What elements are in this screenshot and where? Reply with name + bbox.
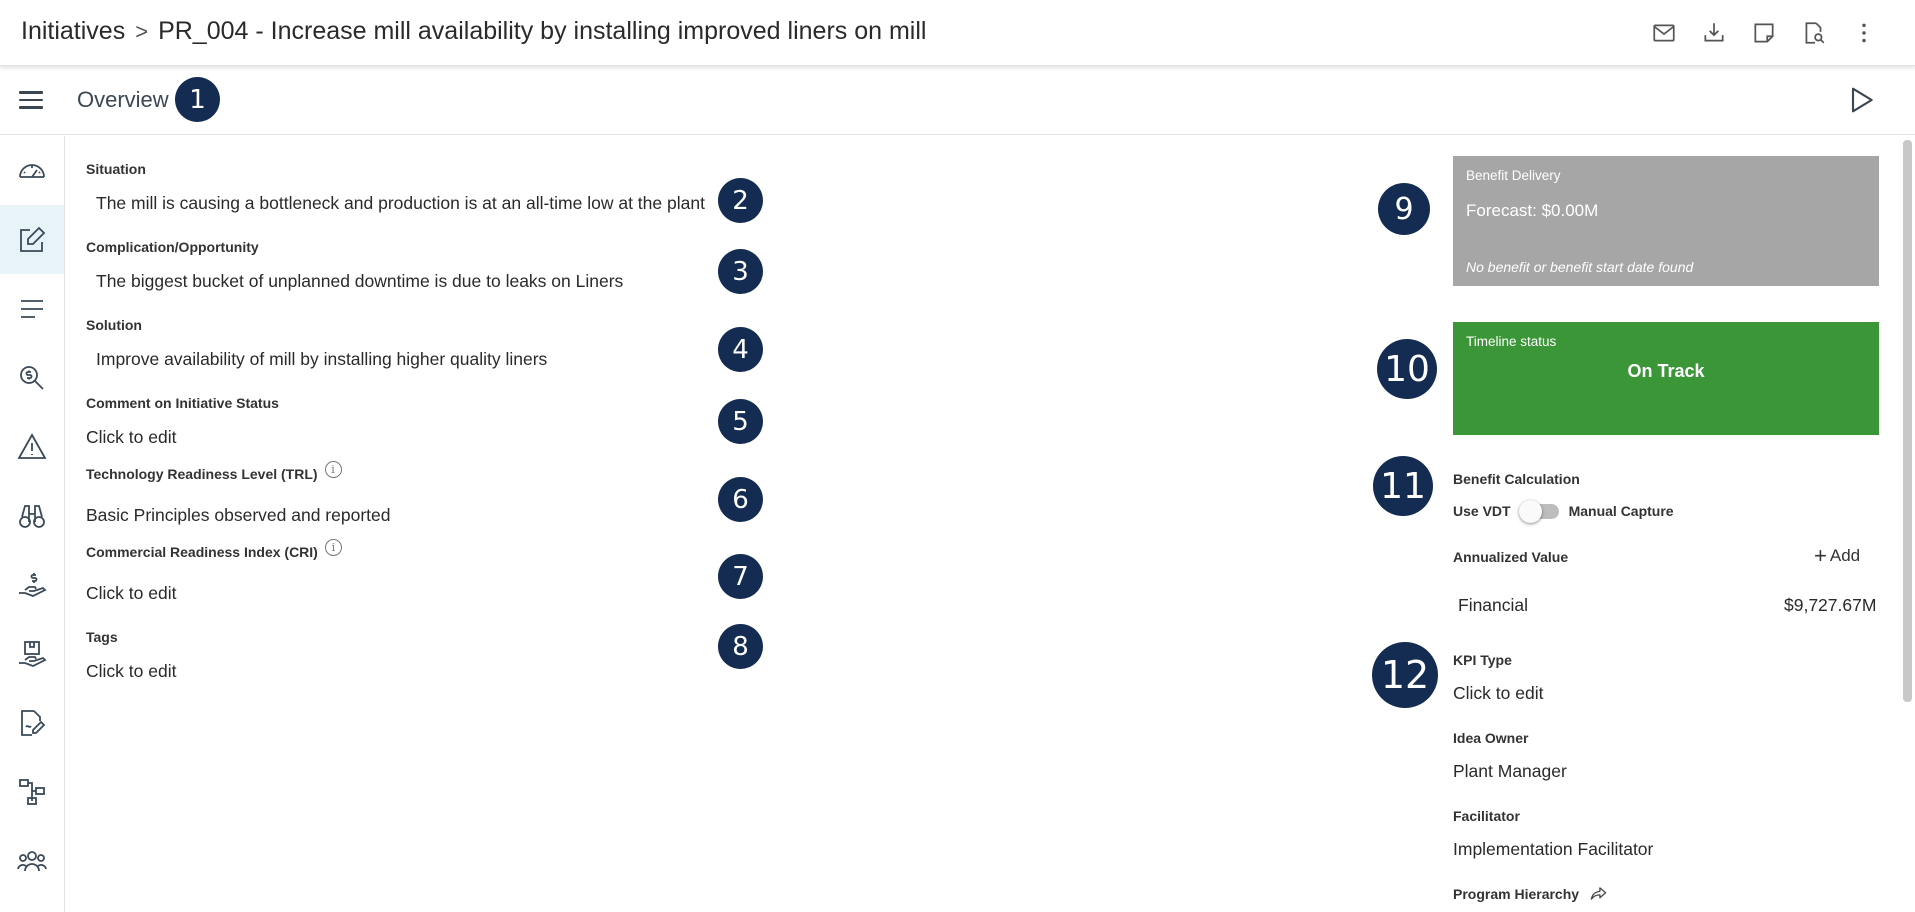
- nav-resources[interactable]: [0, 619, 64, 688]
- download-icon[interactable]: [1697, 16, 1731, 50]
- dashboard-icon: [19, 163, 45, 178]
- annotation-badge-6: 6: [718, 477, 763, 522]
- annotation-badge-10: 10: [1377, 339, 1437, 399]
- benefit-delivery-title: Benefit Delivery: [1466, 168, 1561, 183]
- nav-edit[interactable]: [0, 205, 64, 274]
- document-search-icon[interactable]: [1797, 16, 1831, 50]
- nav-dashboard[interactable]: [0, 136, 64, 205]
- nav-list[interactable]: [0, 274, 64, 343]
- trl-label: Technology Readiness Level (TRL): [86, 466, 318, 482]
- timeline-status-value: On Track: [1627, 361, 1705, 381]
- situation-value[interactable]: The mill is causing a bottleneck and pro…: [96, 193, 705, 214]
- nav-hierarchy[interactable]: [0, 757, 64, 826]
- benefit-calculation-toggle-row: Use VDT Manual Capture: [1453, 500, 1674, 523]
- annotation-badge-2: 2: [718, 178, 763, 223]
- tags-label: Tags: [86, 629, 118, 645]
- kpi-type-label: KPI Type: [1453, 652, 1512, 668]
- annotation-badge-1: 1: [175, 77, 220, 122]
- vertical-scrollbar[interactable]: [1903, 140, 1912, 702]
- warning-icon: [17, 432, 47, 459]
- play-icon[interactable]: [1845, 84, 1877, 116]
- chevron-right-icon: >: [135, 18, 149, 44]
- facilitator-label: Facilitator: [1453, 808, 1520, 824]
- nav-benefits[interactable]: [0, 550, 64, 619]
- tags-value[interactable]: Click to edit: [86, 661, 176, 682]
- trl-value[interactable]: Basic Principles observed and reported: [86, 505, 390, 526]
- edit-icon: [20, 226, 46, 252]
- nav-approvals[interactable]: [0, 688, 64, 757]
- idea-owner-label: Idea Owner: [1453, 730, 1529, 746]
- annualized-value-label: Annualized Value: [1453, 549, 1569, 565]
- annotation-badge-7: 7: [718, 554, 763, 599]
- note-icon[interactable]: [1747, 16, 1781, 50]
- hand-money-icon: [19, 572, 47, 597]
- top-header: Initiatives > PR_004 - Increase mill ava…: [0, 0, 1915, 66]
- overview-content: Situation The mill is causing a bottlene…: [66, 136, 1900, 912]
- financial-value: $9,727.67M: [1784, 595, 1877, 615]
- annotation-badge-3: 3: [718, 249, 763, 294]
- share-icon[interactable]: [1590, 886, 1607, 901]
- nav-explore[interactable]: [0, 481, 64, 550]
- program-hierarchy-label: Program Hierarchy: [1453, 886, 1580, 902]
- nav-cost-search[interactable]: [0, 343, 64, 412]
- breadcrumb-initiatives-link[interactable]: Initiatives: [21, 17, 125, 46]
- annotation-badge-5: 5: [718, 399, 763, 444]
- page-title: Overview: [77, 87, 169, 112]
- annotation-badge-4: 4: [718, 327, 763, 372]
- cri-value[interactable]: Click to edit: [86, 583, 176, 604]
- benefit-delivery-card[interactable]: Benefit Delivery Forecast: $0.00M No ben…: [1453, 156, 1879, 286]
- benefit-calculation-toggle[interactable]: [1518, 500, 1561, 523]
- comment-label: Comment on Initiative Status: [86, 395, 279, 411]
- timeline-status-card[interactable]: Timeline status On Track: [1453, 322, 1879, 435]
- menu-icon[interactable]: [16, 86, 46, 116]
- nav-team[interactable]: [0, 826, 64, 895]
- sub-header: Overview 1: [0, 66, 1915, 135]
- comment-value[interactable]: Click to edit: [86, 427, 176, 448]
- kpi-type-value[interactable]: Click to edit: [1453, 683, 1543, 704]
- annotation-badge-8: 8: [718, 624, 763, 669]
- package-hand-icon: [19, 640, 47, 667]
- solution-label: Solution: [86, 317, 142, 333]
- plus-icon: +: [1814, 543, 1827, 568]
- add-annualized-value-button[interactable]: + Add: [1814, 543, 1860, 569]
- breadcrumb-current: PR_004 - Increase mill availability by i…: [158, 17, 927, 45]
- benefit-calculation-label: Benefit Calculation: [1453, 471, 1580, 487]
- breadcrumb: Initiatives > PR_004 - Increase mill ava…: [21, 17, 926, 46]
- solution-value[interactable]: Improve availability of mill by installi…: [96, 349, 547, 370]
- list-icon: [21, 299, 43, 318]
- manual-capture-label: Manual Capture: [1568, 503, 1674, 519]
- mail-icon[interactable]: [1647, 16, 1681, 50]
- more-vert-icon[interactable]: [1847, 16, 1881, 50]
- idea-owner-value[interactable]: Plant Manager: [1453, 761, 1567, 782]
- info-icon[interactable]: i: [324, 539, 342, 556]
- side-nav: [0, 136, 65, 912]
- hierarchy-icon: [19, 778, 45, 805]
- annotation-badge-12: 12: [1372, 642, 1438, 708]
- cri-label: Commercial Readiness Index (CRI): [86, 544, 318, 560]
- binoculars-icon: [19, 504, 45, 528]
- use-vdt-label: Use VDT: [1453, 503, 1511, 519]
- cost-search-icon: [20, 365, 44, 390]
- annotation-badge-11: 11: [1373, 456, 1433, 516]
- facilitator-value[interactable]: Implementation Facilitator: [1453, 839, 1653, 860]
- info-icon[interactable]: i: [324, 461, 342, 478]
- annotation-badge-9: 9: [1378, 183, 1430, 235]
- team-icon: [17, 850, 47, 871]
- complication-value[interactable]: The biggest bucket of unplanned downtime…: [96, 271, 623, 292]
- forecast-value: Forecast: $0.00M: [1466, 201, 1599, 220]
- benefit-delivery-note: No benefit or benefit start date found: [1466, 259, 1694, 275]
- financial-label: Financial: [1458, 595, 1529, 615]
- nav-risks[interactable]: [0, 412, 64, 481]
- timeline-status-title: Timeline status: [1466, 334, 1557, 349]
- document-sign-icon: [21, 709, 46, 736]
- complication-label: Complication/Opportunity: [86, 239, 259, 255]
- situation-label: Situation: [86, 161, 146, 177]
